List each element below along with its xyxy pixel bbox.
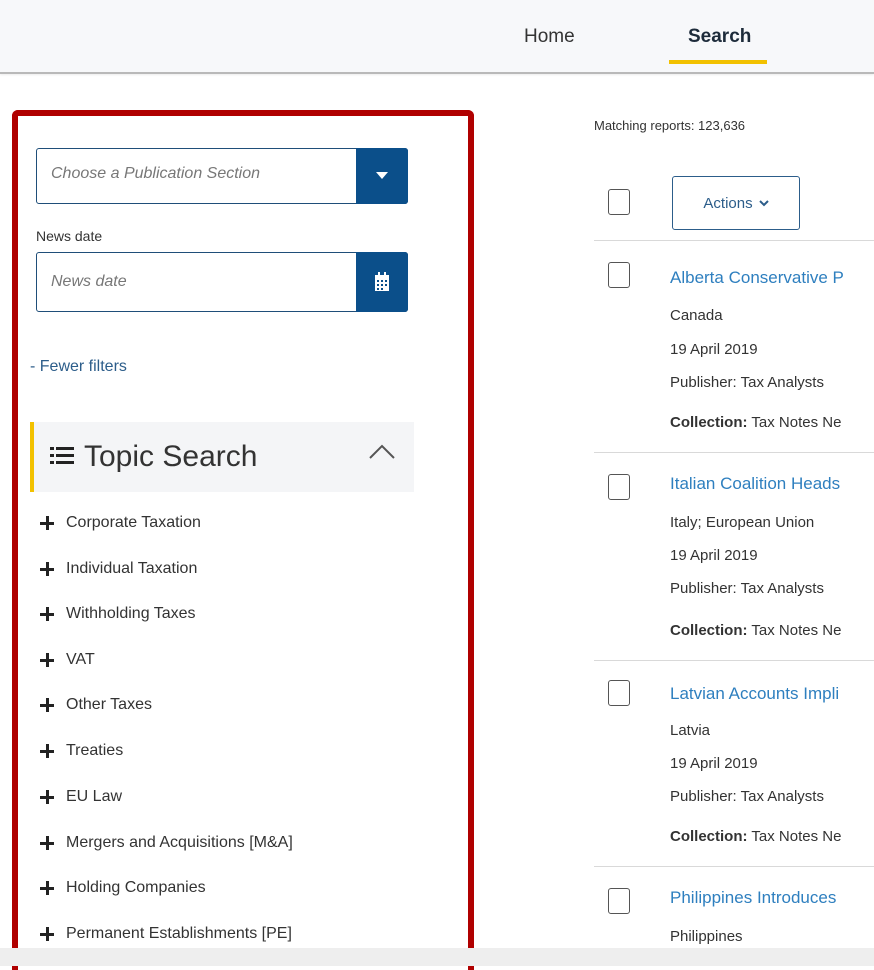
news-date-input[interactable]: News date [36, 252, 408, 312]
news-date-label: News date [36, 228, 103, 244]
result-country: Canada [670, 307, 723, 324]
result-country: Philippines [670, 928, 743, 945]
result-country: Italy; European Union [670, 514, 815, 531]
plus-icon [40, 516, 54, 530]
result-title-link[interactable]: Alberta Conservative P [670, 268, 844, 288]
nav-search-link[interactable]: Search [688, 26, 751, 48]
publication-section-placeholder: Choose a Publication Section [51, 165, 261, 182]
result-title-link[interactable]: Italian Coalition Heads [670, 474, 840, 494]
plus-icon [40, 744, 54, 758]
result-collection: Collection: Tax Notes Ne [670, 622, 842, 639]
topic-item[interactable]: EU Law [40, 788, 122, 806]
plus-icon [40, 607, 54, 621]
calendar-button[interactable] [356, 252, 408, 312]
topic-search-title: Topic Search [84, 440, 258, 473]
topic-item[interactable]: Corporate Taxation [40, 514, 201, 532]
topic-item[interactable]: Holding Companies [40, 879, 206, 897]
chevron-down-icon [758, 199, 769, 206]
select-all-checkbox[interactable] [608, 189, 630, 215]
topic-item[interactable]: Permanent Establishments [PE] [40, 925, 292, 943]
topic-item[interactable]: Withholding Taxes [40, 605, 196, 623]
result-checkbox[interactable] [608, 680, 630, 706]
topic-item[interactable]: Individual Taxation [40, 560, 197, 578]
dropdown-button[interactable] [356, 148, 408, 204]
publication-section-select[interactable]: Choose a Publication Section [36, 148, 408, 204]
news-date-placeholder: News date [51, 273, 127, 290]
plus-icon [40, 562, 54, 576]
plus-icon [40, 836, 54, 850]
plus-icon [40, 653, 54, 667]
chevron-up-icon[interactable] [368, 442, 396, 460]
row-divider [594, 660, 874, 661]
topic-item[interactable]: Other Taxes [40, 696, 152, 714]
fewer-filters-link[interactable]: - Fewer filters [30, 358, 127, 376]
result-collection: Collection: Tax Notes Ne [670, 414, 842, 431]
result-title-link[interactable]: Philippines Introduces [670, 888, 836, 908]
result-date: 19 April 2019 [670, 547, 758, 564]
top-navigation: Home Search [0, 0, 874, 74]
list-icon [50, 447, 74, 464]
matching-reports-count: Matching reports: 123,636 [594, 118, 746, 133]
result-publisher: Publisher: Tax Analysts [670, 580, 824, 597]
result-publisher: Publisher: Tax Analysts [670, 374, 824, 391]
row-divider [594, 240, 874, 241]
result-collection: Collection: Tax Notes Ne [670, 828, 842, 845]
caret-down-icon [376, 172, 388, 179]
plus-icon [40, 698, 54, 712]
result-publisher: Publisher: Tax Analysts [670, 788, 824, 805]
result-title-link[interactable]: Latvian Accounts Impli [670, 684, 839, 704]
topic-search-header[interactable]: Topic Search [30, 422, 414, 492]
nav-home-link[interactable]: Home [524, 26, 575, 48]
plus-icon [40, 927, 54, 941]
plus-icon [40, 790, 54, 804]
result-checkbox[interactable] [608, 474, 630, 500]
result-checkbox[interactable] [608, 262, 630, 288]
result-country: Latvia [670, 722, 711, 739]
result-date: 19 April 2019 [670, 755, 758, 772]
row-divider [594, 452, 874, 453]
actions-label: Actions [703, 194, 753, 212]
result-date: 19 April 2019 [670, 341, 758, 358]
calendar-icon [375, 272, 389, 291]
topic-item[interactable]: Treaties [40, 742, 123, 760]
result-checkbox[interactable] [608, 888, 630, 914]
actions-button[interactable]: Actions [672, 176, 800, 230]
row-divider [594, 866, 874, 867]
topic-item[interactable]: Mergers and Acquisitions [M&A] [40, 834, 293, 852]
topic-item[interactable]: VAT [40, 651, 95, 669]
plus-icon [40, 881, 54, 895]
active-tab-indicator [669, 60, 767, 64]
bottom-scrollbar[interactable] [0, 948, 874, 966]
